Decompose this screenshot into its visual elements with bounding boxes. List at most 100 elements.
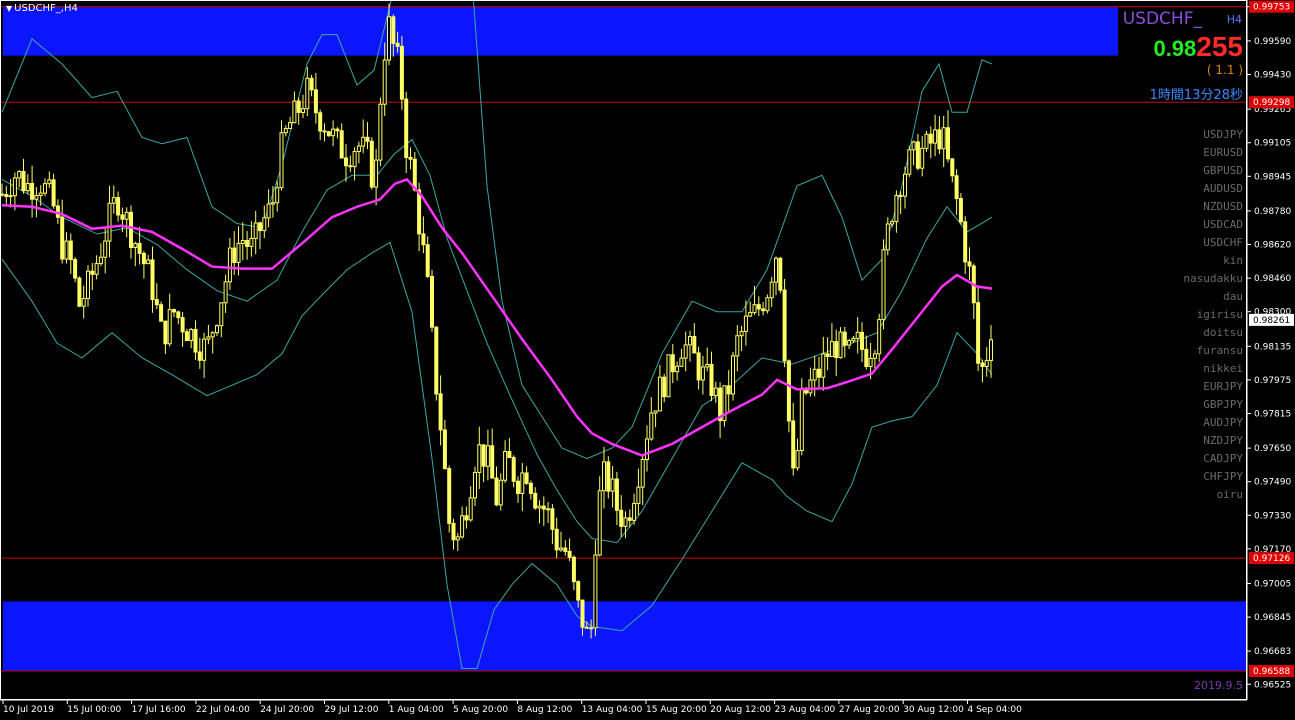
candle-body xyxy=(270,202,275,205)
candle-body xyxy=(554,528,559,551)
symbol-button-oiru[interactable]: oiru xyxy=(1183,486,1244,504)
candle-body xyxy=(352,151,357,168)
chart-window-title[interactable]: ▼ USDCHF_,H4 xyxy=(6,3,78,14)
candle-body xyxy=(924,133,929,149)
candle-body xyxy=(516,480,520,494)
candle-body xyxy=(68,240,73,261)
level-price-label: 0.96588 xyxy=(1253,667,1290,677)
symbol-button-usdcad[interactable]: USDCAD xyxy=(1183,216,1243,234)
symbol-button-kin[interactable]: kin xyxy=(1183,252,1243,270)
candle-body xyxy=(283,128,288,134)
symbol-button-usdjpy[interactable]: USDJPY xyxy=(1183,126,1243,144)
candle-body xyxy=(834,341,839,359)
candle-body xyxy=(236,242,241,263)
x-tick-label: 4 Sep 04:00 xyxy=(968,705,1023,715)
x-tick-label: 17 Jul 16:00 xyxy=(132,705,186,715)
candle-body xyxy=(146,259,151,265)
candle-body xyxy=(430,275,434,328)
symbol-button-igirisu[interactable]: igirisu xyxy=(1183,306,1243,324)
candle-body xyxy=(670,354,675,373)
candle-body xyxy=(653,410,658,414)
candle-body xyxy=(528,482,533,494)
candle-body xyxy=(292,100,297,124)
candle-body xyxy=(976,302,981,364)
symbol-button-audusd[interactable]: AUDUSD xyxy=(1183,180,1243,198)
symbol-button-list: USDJPY EURUSD GBPUSD AUDUSD NZDUSD USDCAD USDC… xyxy=(1183,126,1243,504)
symbol-button-usdchf[interactable]: USDCHF xyxy=(1183,234,1243,252)
date-stamp: 2019.9.5 xyxy=(1194,679,1243,692)
candle-body xyxy=(374,159,379,188)
candle-body xyxy=(356,145,361,153)
candle-body xyxy=(249,237,254,247)
candle-body xyxy=(141,252,146,265)
candle-body xyxy=(210,332,215,338)
candle-body xyxy=(98,256,103,265)
candle-body xyxy=(365,136,370,142)
symbol-button-eurjpy[interactable]: EURJPY xyxy=(1183,378,1243,396)
symbol-button-chfjpy[interactable]: CHFJPY xyxy=(1183,468,1243,486)
x-tick-label: 20 Aug 12:00 xyxy=(710,705,771,715)
candle-body xyxy=(933,129,938,144)
candle-body xyxy=(498,479,503,506)
x-tick-label: 15 Jul 00:00 xyxy=(67,705,121,715)
current-price-display: 0.98255 xyxy=(1153,31,1243,63)
candle-body xyxy=(21,171,26,192)
x-tick-label: 13 Aug 04:00 xyxy=(582,705,643,715)
x-tick-label: 24 Jul 20:00 xyxy=(260,705,314,715)
candle-body xyxy=(748,312,753,317)
candle-body xyxy=(339,130,344,159)
symbol-button-audjpy[interactable]: AUDJPY xyxy=(1183,414,1243,432)
symbol-button-nikkei[interactable]: nikkei xyxy=(1183,360,1243,378)
candle-body xyxy=(713,387,718,397)
candle-body xyxy=(455,536,460,541)
candle-body xyxy=(348,165,353,168)
candle-body xyxy=(911,141,916,151)
candle-body xyxy=(451,522,456,541)
candle-body xyxy=(657,376,662,412)
candle-body xyxy=(847,340,852,346)
candle-body xyxy=(692,335,697,354)
candle-body xyxy=(778,257,783,291)
symbol-button-gbpjpy[interactable]: GBPJPY xyxy=(1183,396,1243,414)
candle-body xyxy=(184,331,189,342)
zone-rect xyxy=(3,601,1247,672)
candle-body xyxy=(989,339,993,361)
symbol-button-furansu[interactable]: furansu xyxy=(1183,342,1243,360)
y-tick-label: 0.97330 xyxy=(1254,511,1291,521)
symbol-button-gbpusd[interactable]: GBPUSD xyxy=(1183,162,1243,180)
candle-body xyxy=(941,127,946,150)
candle-body xyxy=(219,302,224,327)
plot-area[interactable] xyxy=(0,0,1247,700)
candle-body xyxy=(163,320,168,345)
candle-body xyxy=(563,547,568,552)
candle-body xyxy=(477,444,482,473)
candle-body xyxy=(387,16,391,61)
candle-body xyxy=(17,171,22,179)
symbol-button-dau[interactable]: dau xyxy=(1183,288,1243,306)
symbol-button-doitsu[interactable]: doitsu xyxy=(1183,324,1243,342)
candle-body xyxy=(589,627,594,630)
symbol-button-nzdjpy[interactable]: NZDJPY xyxy=(1183,432,1243,450)
candle-body xyxy=(688,335,692,346)
candle-body xyxy=(541,505,546,510)
candle-body xyxy=(460,515,465,538)
chart-menu-triangle-icon[interactable]: ▼ xyxy=(6,4,12,13)
candle-body xyxy=(550,508,555,530)
symbol-button-eurusd[interactable]: EURUSD xyxy=(1183,144,1243,162)
symbol-button-nzdusd[interactable]: NZDUSD xyxy=(1183,198,1243,216)
price-chart[interactable]: 0.997530.995900.994300.992650.991050.989… xyxy=(0,0,1295,720)
candle-body xyxy=(425,244,430,277)
candle-body xyxy=(872,353,877,359)
candle-body xyxy=(240,239,245,244)
symbol-button-cadjpy[interactable]: CADJPY xyxy=(1183,450,1243,468)
candle-body xyxy=(632,502,637,521)
symbol-button-nasudakku[interactable]: nasudakku xyxy=(1183,270,1243,288)
candle-body xyxy=(481,444,486,467)
candle-body xyxy=(666,354,671,398)
candle-body xyxy=(731,355,735,395)
candle-body xyxy=(180,317,185,333)
candle-body xyxy=(81,297,86,307)
y-tick-label: 0.97815 xyxy=(1254,409,1291,419)
candle-body xyxy=(769,281,774,299)
candle-body xyxy=(215,325,219,334)
